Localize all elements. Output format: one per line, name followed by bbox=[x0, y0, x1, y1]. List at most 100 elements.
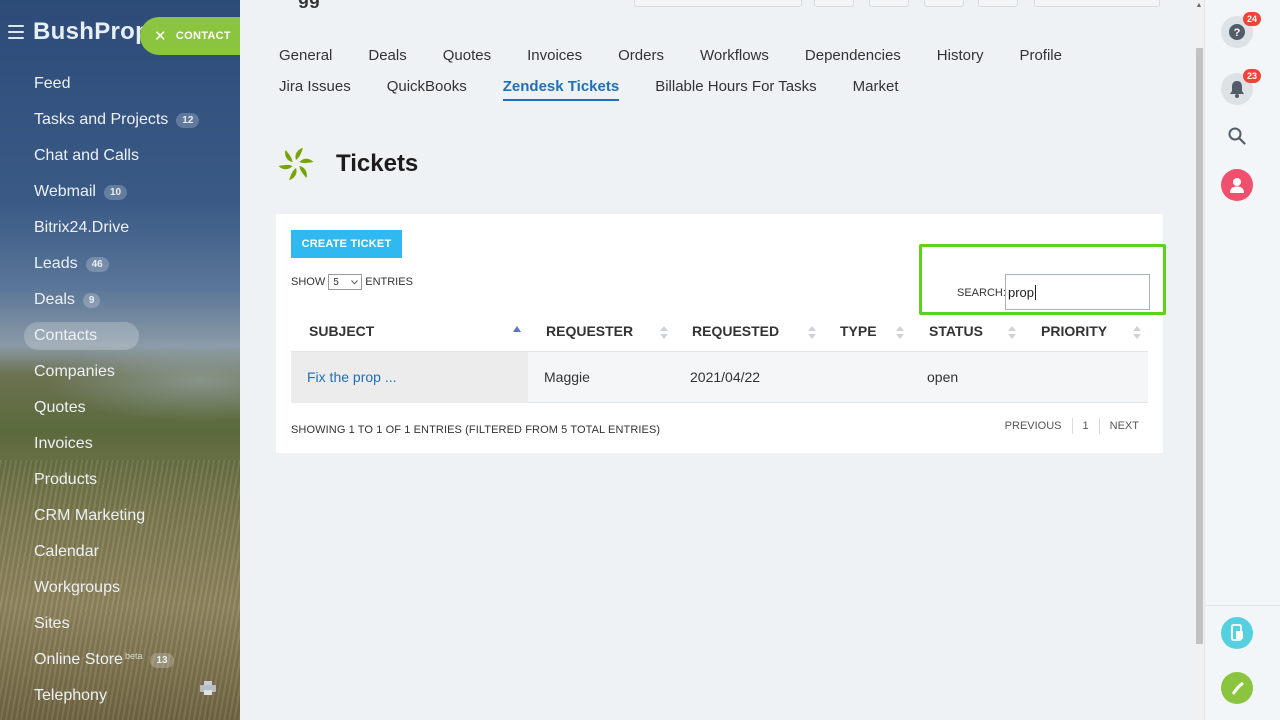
sidebar-item-feed[interactable]: Feed bbox=[0, 66, 240, 102]
sidebar-item-products[interactable]: Products bbox=[0, 462, 240, 498]
zendesk-logo-icon bbox=[278, 148, 314, 180]
count-badge: 13 bbox=[150, 652, 174, 668]
entity-tabs: General Deals Quotes Invoices Orders Wor… bbox=[279, 44, 1139, 107]
tab-zendesk-tickets[interactable]: Zendesk Tickets bbox=[502, 75, 620, 101]
create-ticket-button[interactable]: CREATE TICKET bbox=[291, 230, 402, 258]
notifications-badge: 23 bbox=[1243, 69, 1261, 83]
tab-jira-issues[interactable]: Jira Issues bbox=[279, 75, 351, 107]
count-badge: 9 bbox=[82, 292, 101, 308]
help-icon: ? bbox=[1229, 24, 1245, 40]
brand-name[interactable]: BushProp bbox=[33, 18, 150, 46]
search-label: SEARCH: bbox=[957, 287, 1006, 299]
help-button[interactable]: ? 24 bbox=[1221, 12, 1261, 48]
search-button[interactable] bbox=[1221, 120, 1253, 152]
toolbar-control[interactable] bbox=[634, 0, 802, 7]
ticket-requester: Maggie bbox=[544, 369, 590, 385]
scroll-up-arrow-icon[interactable]: ▲ bbox=[1194, 2, 1204, 12]
toolbar-control[interactable] bbox=[1034, 0, 1160, 7]
sort-icon[interactable] bbox=[1133, 326, 1141, 339]
tab-billable-hours[interactable]: Billable Hours For Tasks bbox=[655, 75, 816, 107]
tab-history[interactable]: History bbox=[937, 44, 984, 76]
phone-icon bbox=[1232, 682, 1244, 695]
page-size-select[interactable]: 5 bbox=[328, 274, 363, 290]
tickets-card: CREATE TICKET SHOW 5 ENTRIES SEARCH: pro… bbox=[276, 214, 1166, 453]
phone-call-button[interactable] bbox=[1221, 672, 1253, 704]
show-label: SHOW bbox=[291, 276, 326, 288]
hamburger-menu-icon[interactable] bbox=[8, 25, 24, 39]
sort-ascending-icon[interactable] bbox=[513, 326, 521, 339]
count-badge: 12 bbox=[176, 112, 200, 128]
brand-row: BushProp bbox=[8, 14, 150, 50]
contact-close-button[interactable]: ✕ CONTACT bbox=[140, 17, 240, 55]
right-rail: ? 24 23 bbox=[1204, 0, 1280, 720]
sidebar-item-leads[interactable]: Leads 46 bbox=[0, 246, 240, 282]
tab-general[interactable]: General bbox=[279, 44, 332, 76]
bell-icon bbox=[1230, 81, 1244, 98]
user-icon bbox=[1230, 178, 1244, 193]
page-size-control: SHOW 5 ENTRIES bbox=[291, 274, 413, 290]
count-badge: 10 bbox=[103, 184, 128, 200]
count-badge: 46 bbox=[85, 256, 109, 272]
tab-market[interactable]: Market bbox=[853, 75, 899, 107]
sidebar-item-companies[interactable]: Companies bbox=[0, 354, 240, 390]
page-number-button[interactable]: 1 bbox=[1073, 420, 1099, 432]
sidebar-item-sites[interactable]: Sites bbox=[0, 606, 240, 642]
toolbar-control[interactable] bbox=[978, 0, 1018, 7]
sidebar-item-deals[interactable]: Deals 9 bbox=[0, 282, 240, 318]
column-header-type[interactable]: TYPE bbox=[840, 318, 877, 352]
column-header-priority[interactable]: PRIORITY bbox=[1041, 318, 1107, 352]
table-info: SHOWING 1 TO 1 OF 1 ENTRIES (FILTERED FR… bbox=[291, 424, 661, 436]
column-header-requester[interactable]: REQUESTER bbox=[546, 318, 633, 352]
help-badge: 24 bbox=[1243, 12, 1261, 26]
next-page-button[interactable]: NEXT bbox=[1100, 420, 1149, 432]
toolbar-control[interactable] bbox=[814, 0, 854, 7]
mobile-device-icon bbox=[1231, 624, 1243, 641]
contact-button-label: CONTACT bbox=[175, 30, 231, 42]
table-row: Fix the prop ... Maggie 2021/04/22 open bbox=[291, 352, 1148, 403]
sidebar-item-crm-marketing[interactable]: CRM Marketing bbox=[0, 498, 240, 534]
sort-icon[interactable] bbox=[660, 326, 668, 339]
tab-row-1: General Deals Quotes Invoices Orders Wor… bbox=[279, 44, 1139, 76]
tab-quotes[interactable]: Quotes bbox=[443, 44, 491, 76]
toolbar-control[interactable] bbox=[924, 0, 964, 7]
search-input[interactable]: prop bbox=[1005, 274, 1150, 310]
previous-page-button[interactable]: PREVIOUS bbox=[995, 420, 1072, 432]
scrollbar-thumb[interactable] bbox=[1196, 48, 1203, 644]
sidebar-item-webmail[interactable]: Webmail 10 bbox=[0, 174, 240, 210]
sidebar-item-tasks-and-projects[interactable]: Tasks and Projects 12 bbox=[0, 102, 240, 138]
page-size-value: 5 bbox=[333, 276, 339, 288]
sort-icon[interactable] bbox=[808, 326, 816, 339]
toolbar-control[interactable] bbox=[869, 0, 909, 7]
sidebar-item-contacts[interactable]: Contacts bbox=[0, 318, 240, 354]
ticket-subject-link[interactable]: Fix the prop ... bbox=[307, 352, 396, 403]
tab-dependencies[interactable]: Dependencies bbox=[805, 44, 901, 76]
tab-row-2: Jira Issues QuickBooks Zendesk Tickets B… bbox=[279, 75, 1139, 107]
sort-icon[interactable] bbox=[1008, 326, 1016, 339]
sort-icon[interactable] bbox=[896, 326, 904, 339]
notifications-button[interactable]: 23 bbox=[1221, 69, 1261, 105]
svg-text:?: ? bbox=[1234, 27, 1241, 39]
column-header-requested[interactable]: REQUESTED bbox=[692, 318, 779, 352]
page-title: Tickets bbox=[336, 150, 419, 177]
top-toolbar-fragment: gg bbox=[240, 0, 1204, 8]
user-avatar-button[interactable] bbox=[1221, 169, 1253, 201]
ticket-requested: 2021/04/22 bbox=[690, 369, 761, 385]
tab-quickbooks[interactable]: QuickBooks bbox=[387, 75, 467, 107]
tab-deals[interactable]: Deals bbox=[368, 44, 406, 76]
column-header-subject[interactable]: SUBJECT bbox=[309, 318, 374, 352]
mobile-app-button[interactable] bbox=[1221, 617, 1253, 649]
tab-profile[interactable]: Profile bbox=[1019, 44, 1062, 76]
sidebar-item-calendar[interactable]: Calendar bbox=[0, 534, 240, 570]
tab-orders[interactable]: Orders bbox=[618, 44, 664, 76]
ticket-status: open bbox=[927, 369, 959, 385]
sidebar-item-online-store[interactable]: Online Store beta 13 bbox=[0, 642, 240, 678]
sidebar-item-drive[interactable]: Bitrix24.Drive bbox=[0, 210, 240, 246]
tab-invoices[interactable]: Invoices bbox=[527, 44, 582, 76]
print-icon[interactable] bbox=[200, 681, 216, 695]
sidebar-item-invoices[interactable]: Invoices bbox=[0, 426, 240, 462]
column-header-status[interactable]: STATUS bbox=[929, 318, 983, 352]
sidebar-item-workgroups[interactable]: Workgroups bbox=[0, 570, 240, 606]
sidebar-item-chat-and-calls[interactable]: Chat and Calls bbox=[0, 138, 240, 174]
sidebar-item-quotes[interactable]: Quotes bbox=[0, 390, 240, 426]
tab-workflows[interactable]: Workflows bbox=[700, 44, 769, 76]
